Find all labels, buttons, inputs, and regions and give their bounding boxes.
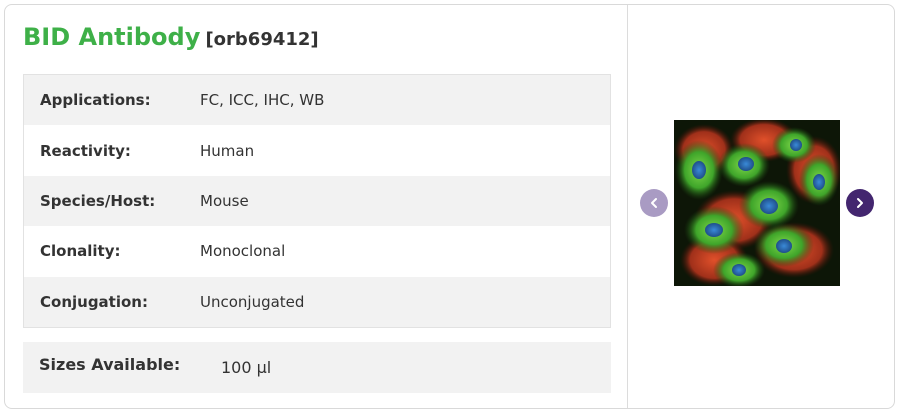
spec-label: Conjugation: (40, 292, 148, 311)
spec-row-reactivity: Reactivity: Human (24, 125, 610, 176)
spec-row-conjugation: Conjugation: Unconjugated (24, 276, 610, 327)
spec-value: Unconjugated (200, 292, 305, 311)
spec-value: Mouse (200, 191, 249, 210)
product-name: BID Antibody (23, 23, 201, 51)
spec-label: Reactivity: (40, 141, 131, 160)
sizes-available: Sizes Available: 100 µl (23, 342, 611, 393)
spec-value: Human (200, 141, 255, 160)
spec-value: Monoclonal (200, 242, 286, 261)
product-title: BID Antibody [orb69412] (23, 23, 319, 51)
product-image[interactable] (674, 120, 840, 286)
carousel-prev-button[interactable] (640, 189, 668, 217)
spec-table: Applications: FC, ICC, IHC, WB Reactivit… (23, 74, 611, 328)
microscopy-image (674, 120, 840, 286)
sizes-label: Sizes Available: (39, 355, 181, 374)
column-divider (627, 5, 628, 408)
carousel-next-button[interactable] (846, 189, 874, 217)
chevron-left-icon (651, 198, 657, 208)
spec-label: Clonality: (40, 242, 121, 261)
spec-row-clonality: Clonality: Monoclonal (24, 226, 610, 277)
spec-value: FC, ICC, IHC, WB (200, 91, 325, 110)
product-sku: [orb69412] (205, 29, 319, 50)
spec-label: Applications: (40, 91, 151, 110)
chevron-right-icon (857, 198, 863, 208)
spec-row-species-host: Species/Host: Mouse (24, 175, 610, 227)
spec-label: Species/Host: (40, 191, 156, 210)
sizes-value: 100 µl (221, 358, 272, 377)
spec-row-applications: Applications: FC, ICC, IHC, WB (24, 75, 610, 126)
